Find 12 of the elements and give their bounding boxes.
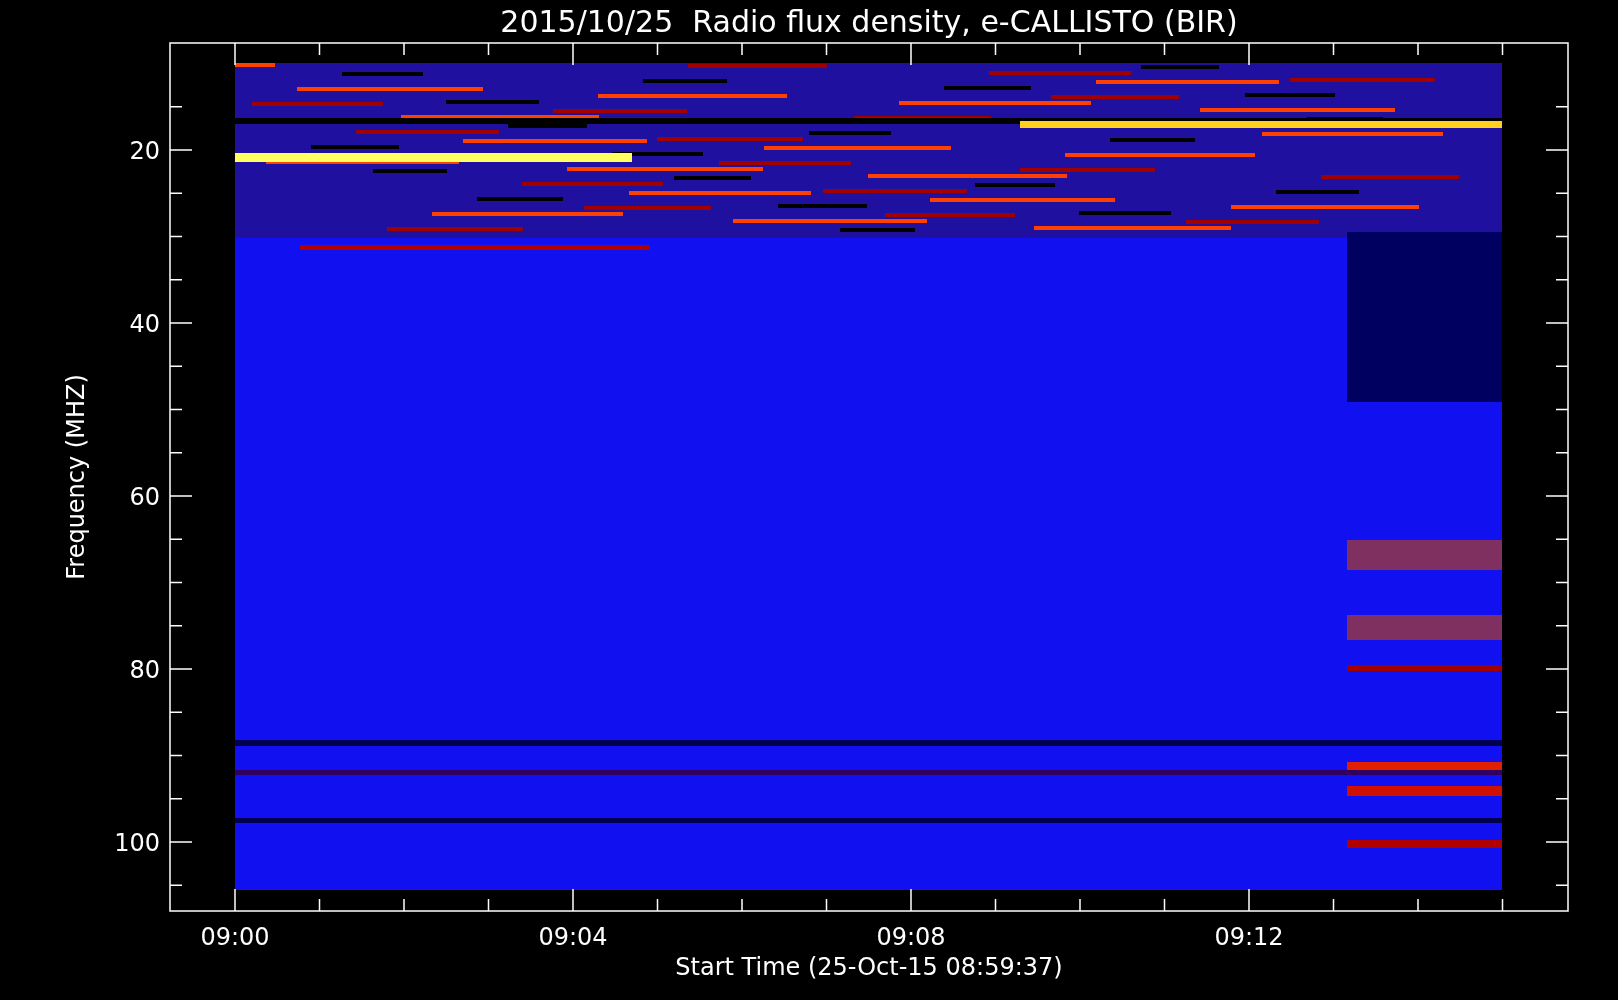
x-tick-label: 09:12 <box>1214 923 1284 951</box>
x-axis-label: Start Time (25-Oct-15 08:59:37) <box>675 953 1063 981</box>
y-tick-label: 80 <box>129 656 160 684</box>
y-tick-label: 20 <box>129 137 160 165</box>
y-tick-label: 40 <box>129 310 160 338</box>
y-axis-label: Frequency (MHZ) <box>62 374 90 580</box>
y-tick-label: 100 <box>114 829 160 857</box>
x-tick-label: 09:00 <box>200 923 270 951</box>
y-tick-label: 60 <box>129 483 160 511</box>
chart-title: 2015/10/25 Radio flux density, e-CALLISTO (BIR) <box>500 4 1238 39</box>
x-tick-label: 09:08 <box>876 923 946 951</box>
x-tick-label: 09:04 <box>538 923 608 951</box>
